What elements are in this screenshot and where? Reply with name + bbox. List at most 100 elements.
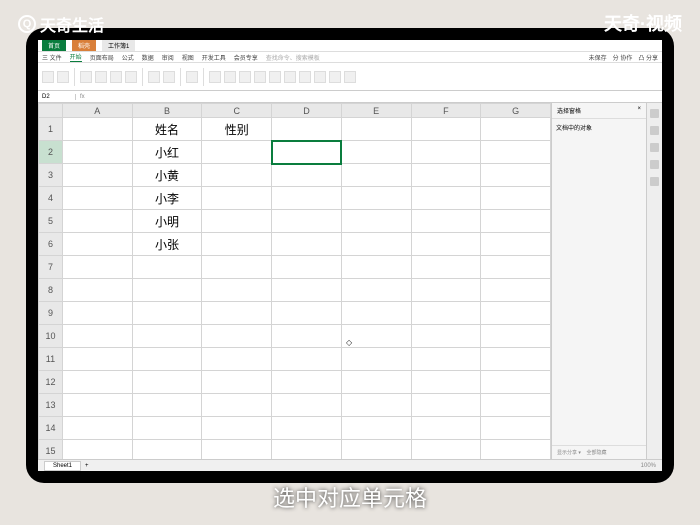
add-sheet-icon[interactable]: + (81, 463, 93, 469)
row-12[interactable]: 12 (39, 371, 63, 394)
cell-C3[interactable] (202, 164, 272, 187)
menu-start[interactable]: 开始 (70, 52, 82, 62)
select-all-corner[interactable] (39, 104, 63, 118)
iconbar-icon[interactable] (650, 109, 659, 118)
name-box[interactable]: D2 (38, 94, 76, 100)
menu-search[interactable]: 查找命令、搜索模板 (266, 53, 320, 62)
menu-data[interactable]: 数据 (142, 53, 154, 62)
titlebar-home-tab[interactable]: 首页 (42, 40, 66, 51)
ribbon-bold-icon[interactable] (95, 71, 107, 83)
ribbon-copy-icon[interactable] (57, 71, 69, 83)
cell-A6[interactable] (62, 233, 132, 256)
row-8[interactable]: 8 (39, 279, 63, 302)
cell-A2[interactable] (62, 141, 132, 164)
cell-F2[interactable] (411, 141, 481, 164)
menu-collab[interactable]: 分 协作 (613, 53, 633, 62)
iconbar-icon[interactable] (650, 126, 659, 135)
ribbon-font-icon[interactable] (80, 71, 92, 83)
menu-member[interactable]: 会员专享 (234, 53, 258, 62)
titlebar-doc-tab[interactable]: 工作簿1 (102, 40, 135, 51)
ribbon-align-icon[interactable] (148, 71, 160, 83)
cell-G5[interactable] (481, 210, 551, 233)
col-B[interactable]: B (132, 104, 202, 118)
cell-F1[interactable] (411, 118, 481, 141)
row-6[interactable]: 6 (39, 233, 63, 256)
row-5[interactable]: 5 (39, 210, 63, 233)
cell-D6[interactable] (272, 233, 342, 256)
menu-layout[interactable]: 页面布局 (90, 53, 114, 62)
cell-A4[interactable] (62, 187, 132, 210)
cell-G4[interactable] (481, 187, 551, 210)
ribbon-underline-icon[interactable] (125, 71, 137, 83)
side-foot-hide[interactable]: 全部隐藏 (586, 450, 606, 456)
row-15[interactable]: 15 (39, 440, 63, 460)
cell-E3[interactable] (341, 164, 411, 187)
iconbar-icon[interactable] (650, 177, 659, 186)
ribbon-find-icon[interactable] (344, 71, 356, 83)
row-1[interactable]: 1 (39, 118, 63, 141)
menu-view[interactable]: 视图 (182, 53, 194, 62)
row-3[interactable]: 3 (39, 164, 63, 187)
cell-C5[interactable] (202, 210, 272, 233)
menu-formula[interactable]: 公式 (122, 53, 134, 62)
ribbon-freeze-icon[interactable] (314, 71, 326, 83)
row-7[interactable]: 7 (39, 256, 63, 279)
menu-review[interactable]: 审阅 (162, 53, 174, 62)
iconbar-icon[interactable] (650, 143, 659, 152)
ribbon-format-icon[interactable] (254, 71, 266, 83)
grid[interactable]: A B C D E F G 1姓名性别 2小红 3小黄 4小李 5小明 (38, 103, 551, 459)
ribbon-filter-icon[interactable] (209, 71, 221, 83)
cell-C4[interactable] (202, 187, 272, 210)
ribbon-sum-icon[interactable] (239, 71, 251, 83)
cell-D1[interactable] (272, 118, 342, 141)
cell-F6[interactable] (411, 233, 481, 256)
col-A[interactable]: A (62, 104, 132, 118)
cell-F4[interactable] (411, 187, 481, 210)
cell-B6[interactable]: 小张 (132, 233, 202, 256)
sheet-tab[interactable]: Sheet1 (44, 461, 81, 471)
cell-C2[interactable] (202, 141, 272, 164)
col-F[interactable]: F (411, 104, 481, 118)
cell-A1[interactable] (62, 118, 132, 141)
cell-B2[interactable]: 小红 (132, 141, 202, 164)
cell-A5[interactable] (62, 210, 132, 233)
ribbon-sheet-icon[interactable] (299, 71, 311, 83)
cell-E2[interactable] (341, 141, 411, 164)
ribbon-sort-icon[interactable] (224, 71, 236, 83)
cell-E5[interactable] (341, 210, 411, 233)
cell-D5[interactable] (272, 210, 342, 233)
menu-dev[interactable]: 开发工具 (202, 53, 226, 62)
cell-F3[interactable] (411, 164, 481, 187)
cell-E1[interactable] (341, 118, 411, 141)
cell-G1[interactable] (481, 118, 551, 141)
menu-unsaved[interactable]: 未保存 (589, 53, 607, 62)
row-4[interactable]: 4 (39, 187, 63, 210)
row-11[interactable]: 11 (39, 348, 63, 371)
cell-G3[interactable] (481, 164, 551, 187)
cell-D4[interactable] (272, 187, 342, 210)
cell-A3[interactable] (62, 164, 132, 187)
menu-file[interactable]: 三 文件 (42, 53, 62, 62)
cell-E6[interactable] (341, 233, 411, 256)
row-10[interactable]: 10 (39, 325, 63, 348)
menu-share[interactable]: 凸 分享 (638, 53, 658, 62)
cell-E4[interactable] (341, 187, 411, 210)
titlebar-second-tab[interactable]: 稻壳 (72, 40, 96, 51)
ribbon-row-icon[interactable] (269, 71, 281, 83)
side-panel-close-icon[interactable]: × (637, 106, 641, 115)
col-G[interactable]: G (481, 104, 551, 118)
cell-B1[interactable]: 姓名 (132, 118, 202, 141)
col-E[interactable]: E (341, 104, 411, 118)
ribbon-number-icon[interactable] (186, 71, 198, 83)
zoom-level[interactable]: 100% (641, 463, 656, 469)
cell-F5[interactable] (411, 210, 481, 233)
ribbon-table-icon[interactable] (329, 71, 341, 83)
row-9[interactable]: 9 (39, 302, 63, 325)
col-D[interactable]: D (272, 104, 342, 118)
row-13[interactable]: 13 (39, 394, 63, 417)
cell-C1[interactable]: 性别 (202, 118, 272, 141)
ribbon-paste-icon[interactable] (42, 71, 54, 83)
iconbar-icon[interactable] (650, 160, 659, 169)
ribbon-merge-icon[interactable] (163, 71, 175, 83)
side-foot-show[interactable]: 显示分享 ▾ (557, 450, 581, 456)
